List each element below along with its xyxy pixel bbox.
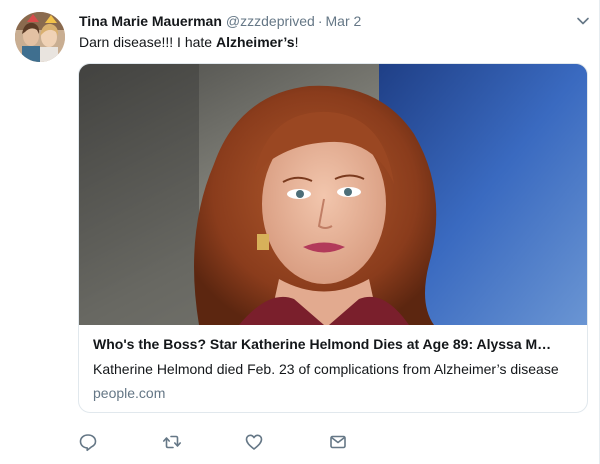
retweet-icon[interactable]	[162, 432, 182, 452]
author-name[interactable]: Tina Marie Mauerman	[79, 13, 222, 29]
tweet: Tina Marie Mauerman @zzzdeprived · Mar 2 Da…	[0, 0, 600, 464]
envelope-icon[interactable]	[328, 432, 348, 452]
tweet-text-bold: Alzheimer’s	[215, 34, 295, 50]
tweet-text-prefix: Darn disease!!! I hate	[79, 34, 216, 50]
tweet-text: Darn disease!!! I hate Alzheimer’s!	[79, 32, 298, 52]
author-handle[interactable]: @zzzdeprived	[226, 13, 315, 29]
card-description: Katherine Helmond died Feb. 23 of compli…	[93, 361, 559, 377]
tweet-date[interactable]: Mar 2	[326, 13, 362, 29]
avatar[interactable]	[15, 12, 65, 62]
card-image[interactable]	[79, 64, 587, 325]
separator-dot: ·	[317, 13, 323, 29]
link-card[interactable]: Who's the Boss? Star Katherine Helmond D…	[78, 63, 588, 413]
tweet-text-suffix: !	[294, 34, 299, 50]
heart-icon[interactable]	[244, 432, 264, 452]
reply-icon[interactable]	[78, 432, 98, 452]
tweet-header: Tina Marie Mauerman @zzzdeprived · Mar 2	[79, 11, 361, 31]
avatar-image	[15, 12, 65, 62]
card-domain: people.com	[93, 385, 166, 401]
tweet-actions	[78, 432, 378, 452]
chevron-down-icon[interactable]	[576, 14, 590, 28]
card-title[interactable]: Who's the Boss? Star Katherine Helmond D…	[93, 335, 577, 353]
